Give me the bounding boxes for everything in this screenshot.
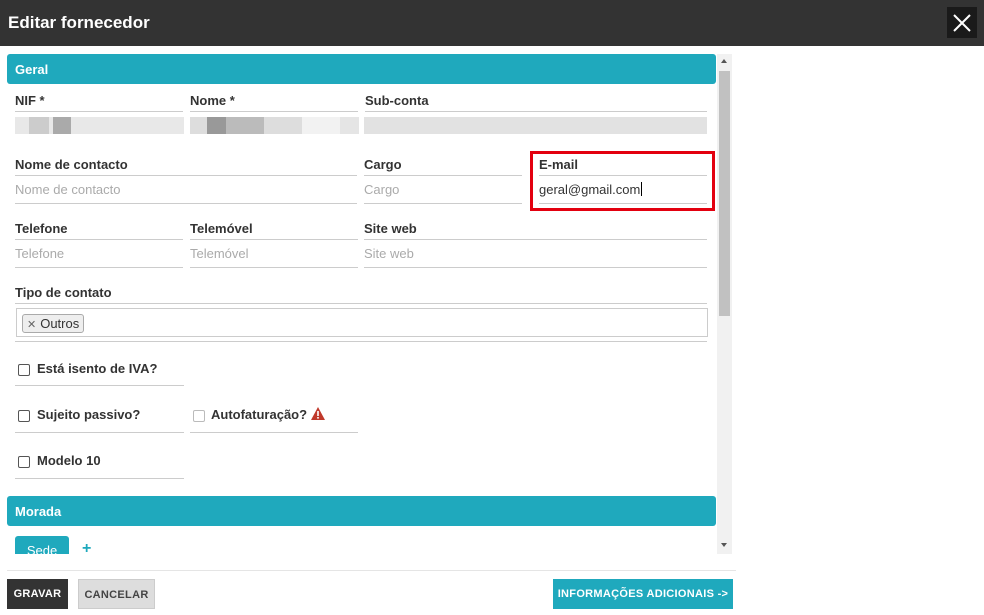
warning-icon <box>310 407 325 420</box>
site-input[interactable]: Site web <box>364 240 707 268</box>
nif-input[interactable] <box>15 117 184 134</box>
title-bar: Editar fornecedor <box>0 0 984 46</box>
scrollbar-thumb[interactable] <box>719 71 730 316</box>
add-morada-button[interactable]: + <box>82 540 91 554</box>
nome-label: Nome * <box>190 92 358 112</box>
tipo-contato-label: Tipo de contato <box>15 284 707 304</box>
modelo10-label: Modelo 10 <box>37 453 101 468</box>
subconta-label: Sub-conta <box>365 92 707 112</box>
autofaturacao-checkbox <box>193 410 205 422</box>
section-header-morada: Morada <box>7 496 716 526</box>
tipo-contato-select[interactable]: ✕ Outros <box>16 308 708 337</box>
divider <box>15 432 184 433</box>
cargo-input[interactable]: Cargo <box>364 176 522 204</box>
tab-sede[interactable]: Sede <box>15 536 69 554</box>
isento-iva-label: Está isento de IVA? <box>37 361 158 376</box>
divider <box>190 432 358 433</box>
telemovel-input[interactable]: Telemóvel <box>190 240 358 268</box>
nif-label: NIF * <box>15 92 183 112</box>
tag-label: Outros <box>40 316 80 331</box>
nome-input[interactable] <box>190 117 359 134</box>
email-highlight-box <box>530 151 715 211</box>
additional-info-button[interactable]: INFORMAÇÕES ADICIONAIS -> <box>553 579 733 609</box>
tag-outros[interactable]: ✕ Outros <box>22 314 85 333</box>
cancel-button[interactable]: CANCELAR <box>78 579 155 609</box>
divider <box>15 385 184 386</box>
isento-iva-checkbox[interactable] <box>18 364 30 376</box>
save-button[interactable]: GRAVAR <box>7 579 68 609</box>
form-scroll-area[interactable]: Geral NIF * Nome * Sub-conta Nome de con… <box>0 46 735 554</box>
cargo-label: Cargo <box>364 156 522 176</box>
close-button[interactable] <box>947 7 977 38</box>
modelo10-checkbox[interactable] <box>18 456 30 468</box>
window-title: Editar fornecedor <box>8 13 150 32</box>
subconta-input <box>364 117 707 134</box>
scroll-down-icon[interactable] <box>721 543 727 547</box>
autofaturacao-label: Autofaturação? <box>211 407 325 422</box>
site-label: Site web <box>364 220 707 240</box>
sujeito-passivo-label: Sujeito passivo? <box>37 407 141 422</box>
sujeito-passivo-checkbox[interactable] <box>18 410 30 422</box>
remove-tag-icon[interactable]: ✕ <box>27 319 36 331</box>
nome-contacto-input[interactable]: Nome de contacto <box>15 176 357 204</box>
telefone-label: Telefone <box>15 220 183 240</box>
close-icon <box>953 14 971 32</box>
telefone-input[interactable]: Telefone <box>15 240 183 268</box>
footer-divider <box>7 570 736 571</box>
scroll-up-icon[interactable] <box>721 59 727 63</box>
section-header-geral: Geral <box>7 54 716 84</box>
scrollbar[interactable] <box>717 54 732 554</box>
divider <box>15 478 184 479</box>
telemovel-label: Telemóvel <box>190 220 358 240</box>
nome-contacto-label: Nome de contacto <box>15 156 357 176</box>
divider <box>15 341 707 342</box>
